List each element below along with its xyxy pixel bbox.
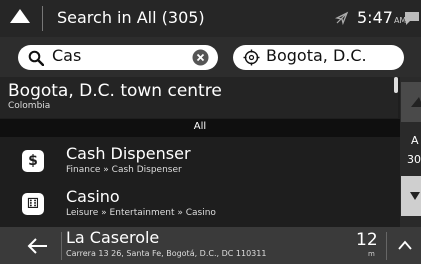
bottom-result-title[interactable]: La Caserole — [66, 228, 159, 247]
bottom-result-address: Carrera 13 26, Santa Fe, Bogotá, D.C., D… — [66, 249, 267, 258]
section-header-label: All — [193, 121, 207, 132]
casino-icon: ⚅ — [22, 193, 44, 215]
up-arrow-icon[interactable] — [10, 9, 30, 23]
page-title: Search in All (305) — [57, 8, 205, 27]
chevron-up-icon[interactable] — [398, 240, 412, 250]
clock: 5:47AM — [357, 8, 406, 27]
triangle-icon — [411, 97, 421, 107]
side-number: 30 — [407, 153, 421, 166]
divider — [42, 6, 43, 31]
scroll-down-button[interactable] — [401, 176, 421, 216]
gps-off-icon — [335, 11, 349, 25]
list-item-title: Bogota, D.C. town centre — [8, 81, 222, 101]
back-arrow-icon[interactable] — [26, 236, 50, 256]
list-item-subtitle: Colombia — [8, 101, 51, 111]
distance-unit: m — [368, 250, 375, 258]
scrollbar-thumb[interactable] — [394, 77, 398, 93]
list-item-subtitle: Finance » Cash Dispenser — [66, 165, 182, 175]
chevron-down-icon — [410, 192, 420, 200]
distance-value: 12 — [356, 230, 378, 250]
divider — [386, 232, 387, 260]
crosshair-icon — [243, 49, 260, 66]
search-icon — [28, 50, 44, 66]
location-text[interactable]: Bogota, D.C. — [266, 46, 367, 65]
divider — [61, 232, 62, 260]
clear-icon[interactable] — [192, 49, 209, 66]
message-icon[interactable] — [403, 10, 421, 26]
list-item-title[interactable]: Cash Dispenser — [66, 144, 191, 163]
search-query[interactable]: Cas — [52, 46, 81, 65]
scroll-up-button[interactable] — [401, 82, 421, 122]
search-input[interactable] — [18, 45, 218, 70]
side-letter: A — [411, 134, 419, 147]
dollar-icon: $ — [22, 150, 44, 172]
list-item-title[interactable]: Casino — [66, 187, 120, 206]
list-item-subtitle: Leisure » Entertainment » Casino — [66, 208, 216, 218]
clock-time: 5:47 — [357, 8, 393, 27]
